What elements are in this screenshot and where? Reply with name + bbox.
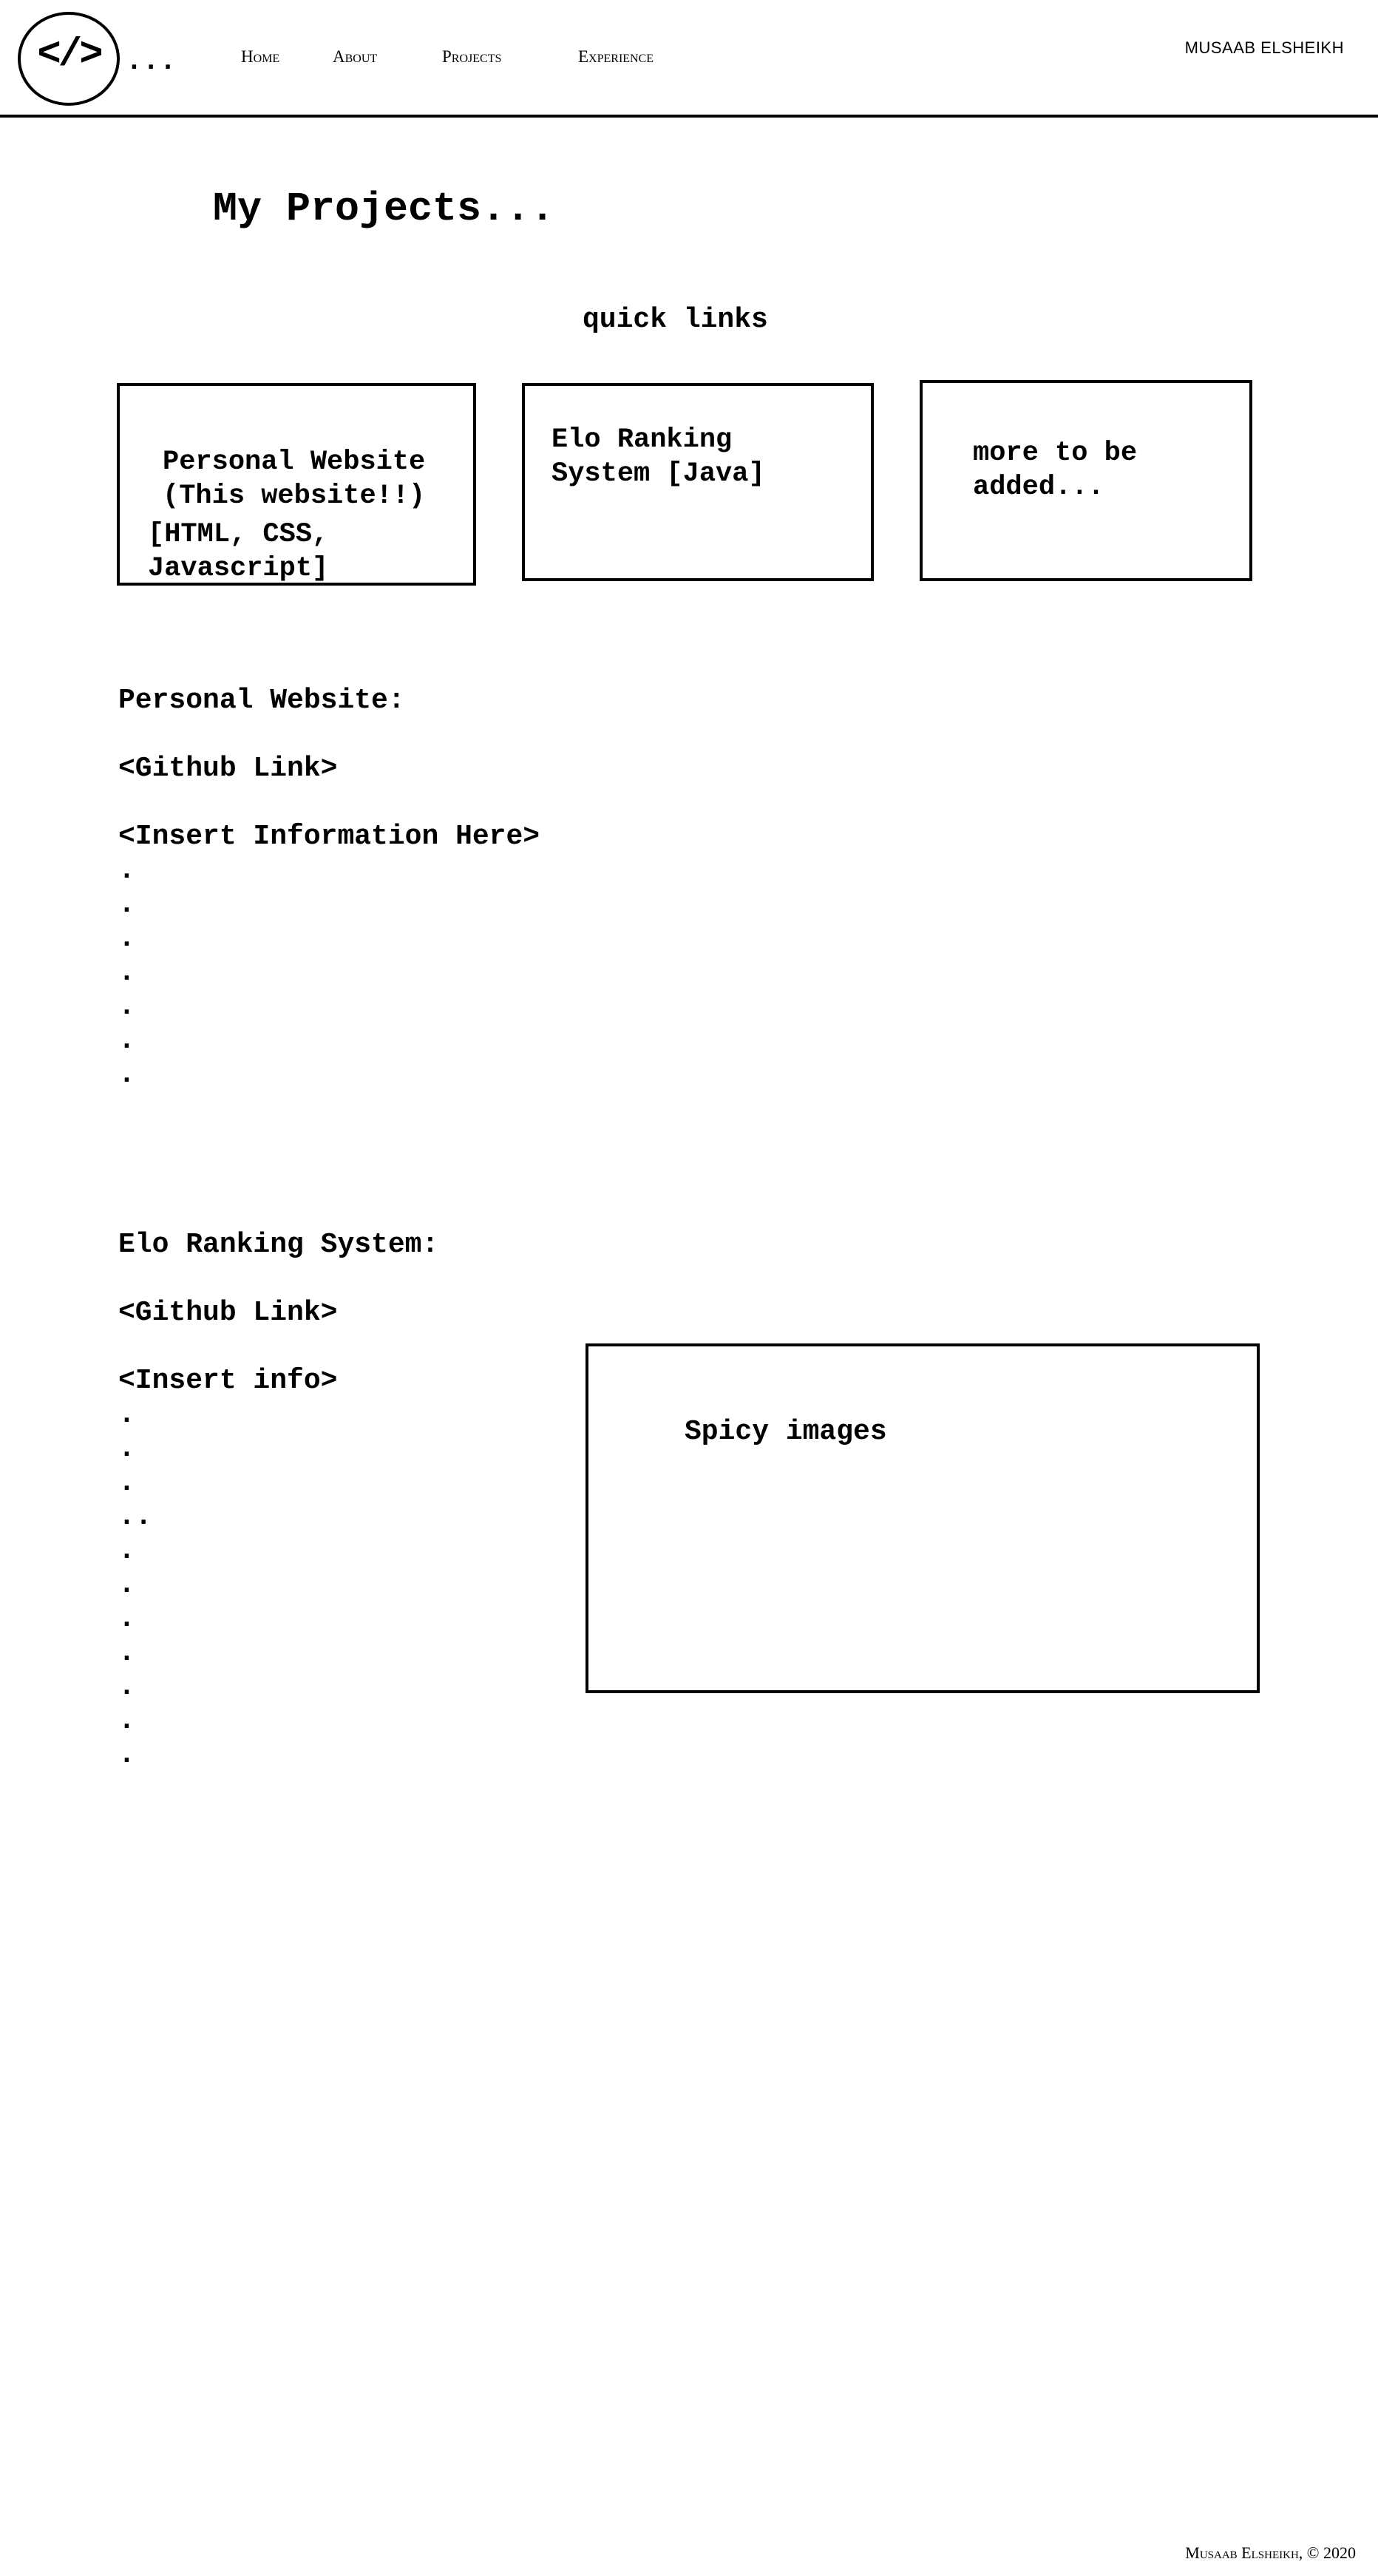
card-more-title: more to be added...: [973, 438, 1138, 503]
card-personal-website[interactable]: Personal Website (This website!!) [HTML,…: [117, 383, 476, 586]
elo-ranking-github-link[interactable]: <Github Link>: [118, 1296, 337, 1330]
quick-links-title: quick links: [583, 304, 768, 336]
header-divider: [0, 115, 1378, 118]
image-placeholder: Spicy images: [586, 1343, 1260, 1693]
card-personal-website-title: Personal Website (This website!!): [163, 447, 426, 512]
nav-home[interactable]: Home: [241, 46, 279, 68]
card-elo-ranking[interactable]: Elo Ranking System [Java]: [522, 383, 874, 581]
elo-ranking-info: <Insert info>: [118, 1365, 338, 1397]
personal-website-dots: . . . . . . .: [118, 855, 135, 1091]
elo-ranking-dots: . . . .. . . . . . . .: [118, 1399, 152, 1771]
image-placeholder-label: Spicy images: [685, 1416, 887, 1448]
card-elo-ranking-title: Elo Ranking System [Java]: [551, 424, 765, 489]
elo-ranking-heading: Elo Ranking System:: [118, 1229, 439, 1261]
page-title: My Projects...: [213, 186, 555, 232]
personal-website-heading: Personal Website:: [118, 685, 405, 716]
logo[interactable]: </>: [18, 12, 120, 106]
card-personal-website-tech: [HTML, CSS, Javascript]: [148, 519, 329, 584]
logo-ellipsis: ...: [126, 46, 177, 78]
card-more[interactable]: more to be added...: [920, 380, 1252, 581]
footer-copyright: Musaab Elsheikh, © 2020: [1185, 2543, 1356, 2562]
brand-name: MUSAAB ELSHEIKH: [1184, 38, 1344, 57]
nav-experience[interactable]: Experience: [578, 46, 654, 68]
code-brackets-icon: </>: [37, 33, 103, 78]
personal-website-github-link[interactable]: <Github Link>: [118, 752, 337, 786]
nav-about[interactable]: About: [333, 46, 377, 68]
personal-website-info: <Insert Information Here>: [118, 821, 540, 853]
nav-projects[interactable]: Projects: [442, 46, 501, 68]
